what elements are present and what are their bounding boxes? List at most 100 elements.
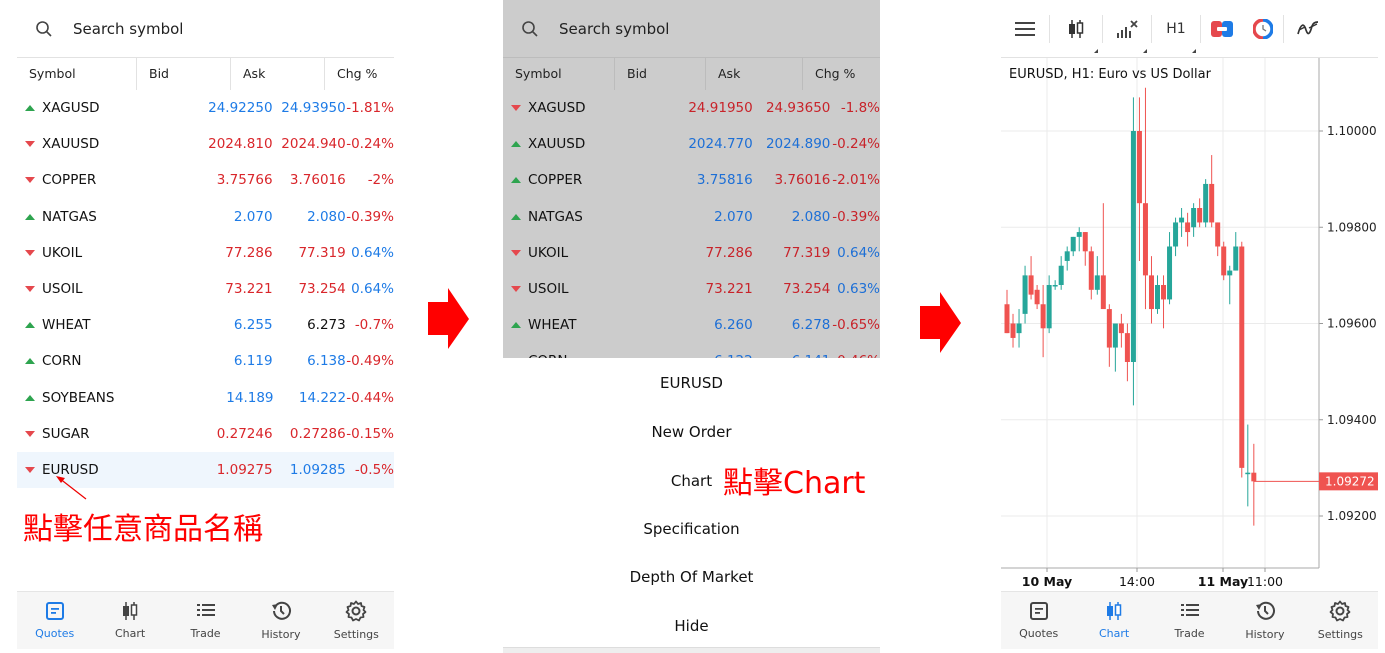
menu-new-order[interactable]: New Order — [503, 408, 880, 456]
arrow-down-icon — [511, 105, 521, 112]
nav-history[interactable]: History — [1227, 592, 1302, 649]
symbol-name: UKOIL — [528, 244, 569, 261]
symbol-cell[interactable]: UKOIL — [17, 245, 112, 261]
indicators-button[interactable] — [1103, 0, 1151, 58]
candle-down — [1148, 275, 1154, 310]
search-bar[interactable]: Search symbol — [17, 0, 394, 58]
trading-sessions-button[interactable] — [1243, 0, 1283, 58]
step-arrow-icon — [920, 292, 961, 353]
nav-quotes[interactable]: Quotes — [1001, 592, 1076, 649]
quote-row-corn[interactable]: CORN6.1226.141-0.46% — [503, 343, 880, 358]
quote-row-xauusd[interactable]: XAUUSD 2024.770 2024.890 -0.24% — [503, 126, 880, 162]
symbol-name: SUGAR — [42, 425, 90, 442]
nav-trade[interactable]: Trade — [1152, 592, 1227, 649]
ask-price: 6.138 — [307, 353, 346, 370]
candle-down — [1010, 323, 1016, 338]
timeframe-button[interactable]: H1 — [1152, 0, 1200, 58]
change-percent: -0.39% — [832, 208, 880, 225]
quote-row-usoil[interactable]: USOIL 73.221 73.254 0.63% — [503, 271, 880, 307]
symbol-cell[interactable]: SOYBEANS — [17, 390, 114, 406]
col-chg[interactable]: Chg % — [325, 58, 394, 90]
nav-history[interactable]: History — [243, 592, 318, 649]
quote-row-ukoil[interactable]: UKOIL 77.286 77.319 0.64% — [17, 235, 394, 271]
quote-row-sugar[interactable]: SUGAR 0.27246 0.27286 -0.15% — [17, 416, 394, 452]
trade-icon — [196, 601, 216, 624]
symbol-cell[interactable]: NATGAS — [503, 209, 594, 225]
symbol-name: COPPER — [528, 172, 583, 189]
symbol-name: NATGAS — [528, 208, 583, 225]
menu-depth-of-market[interactable]: Depth Of Market — [503, 553, 880, 601]
nav-chart[interactable]: Chart — [92, 592, 167, 649]
symbol-cell[interactable]: USOIL — [17, 281, 112, 297]
price-label: 1.09600 — [1327, 317, 1377, 331]
nav-settings[interactable]: Settings — [1303, 592, 1378, 649]
symbol-name: NATGAS — [42, 208, 97, 225]
candle-up — [1076, 232, 1082, 237]
quote-row-xagusd[interactable]: XAGUSD 24.92250 24.93950 -1.81% — [17, 90, 394, 126]
candlestick-chart[interactable]: 1.09200 1.09400 1.09600 1.09800 1.10000 10 Ma… — [1001, 58, 1378, 594]
symbol-cell[interactable]: COPPER — [17, 172, 112, 188]
ask-price: 3.76016 — [774, 172, 831, 189]
symbol-cell[interactable]: WHEAT — [503, 317, 594, 333]
one-click-trading-button[interactable] — [1201, 0, 1243, 58]
symbol-cell[interactable]: UKOIL — [503, 245, 594, 261]
col-ask: Ask — [706, 58, 803, 90]
ask-price: 0.27286 — [289, 425, 346, 442]
quotes-screen: Search symbol Symbol Bid Ask Chg % XAGUS… — [17, 0, 394, 653]
nav-settings[interactable]: Settings — [319, 592, 394, 649]
symbol-name: WHEAT — [528, 317, 577, 334]
symbol-cell[interactable]: COPPER — [503, 172, 594, 188]
col-bid[interactable]: Bid — [137, 58, 231, 90]
symbol-cell[interactable]: USOIL — [503, 281, 594, 297]
nav-label: Settings — [333, 628, 379, 641]
quote-row-copper[interactable]: COPPER 3.75816 3.76016 -2.01% — [503, 162, 880, 198]
nav-quotes[interactable]: Quotes — [17, 592, 92, 649]
arrow-up-icon — [511, 213, 521, 220]
nav-trade[interactable]: Trade — [168, 592, 243, 649]
arrow-up-icon — [25, 105, 35, 112]
search-icon — [36, 20, 52, 37]
search-input[interactable]: Search symbol — [73, 20, 183, 38]
quote-row-copper[interactable]: COPPER 3.75766 3.76016 -2% — [17, 162, 394, 198]
menu-button[interactable] — [1001, 0, 1049, 58]
quote-row-wheat[interactable]: WHEAT 6.260 6.278 -0.65% — [503, 307, 880, 343]
candle-up — [1046, 285, 1052, 329]
col-ask[interactable]: Ask — [231, 58, 325, 90]
quote-row-ukoil[interactable]: UKOIL 77.286 77.319 0.64% — [503, 235, 880, 271]
symbol-cell[interactable]: XAGUSD — [503, 100, 594, 116]
symbol-cell[interactable]: XAUUSD — [17, 136, 112, 152]
time-label: 14:00 — [1119, 574, 1155, 589]
change-percent: 0.64% — [837, 244, 880, 261]
nav-chart[interactable]: Chart — [1076, 592, 1151, 649]
symbol-name: WHEAT — [42, 317, 91, 334]
quote-row-soybeans[interactable]: SOYBEANS 14.189 14.222 -0.44% — [17, 380, 394, 416]
quote-row-natgas[interactable]: NATGAS 2.070 2.080 -0.39% — [503, 199, 880, 235]
quote-row-usoil[interactable]: USOIL 73.221 73.254 0.64% — [17, 271, 394, 307]
quote-row-xagusd[interactable]: XAGUSD 24.91950 24.93650 -1.8% — [503, 90, 880, 126]
objects-button[interactable] — [1284, 0, 1332, 58]
symbol-cell[interactable]: CORN — [17, 353, 112, 369]
quote-row-xauusd[interactable]: XAUUSD 2024.810 2024.940 -0.24% — [17, 126, 394, 162]
bottom-nav: Quotes Chart Trade History Settings — [17, 591, 394, 649]
bid-price: 2.070 — [233, 208, 273, 225]
symbol-name: CORN — [42, 353, 82, 370]
symbol-cell[interactable]: NATGAS — [17, 209, 112, 225]
symbol-cell[interactable]: WHEAT — [17, 317, 112, 333]
menu-specification[interactable]: Specification — [503, 505, 880, 553]
arrow-up-icon — [25, 394, 35, 401]
arrow-up-icon — [511, 177, 521, 184]
quote-row-wheat[interactable]: WHEAT 6.255 6.273 -0.7% — [17, 307, 394, 343]
symbol-cell[interactable]: SUGAR — [17, 426, 112, 442]
chart-type-button[interactable] — [1050, 0, 1102, 58]
symbol-name: UKOIL — [42, 244, 83, 261]
quote-row-corn[interactable]: CORN 6.119 6.138 -0.49% — [17, 343, 394, 379]
chart-screen: H1 EURUSD, H1: Euro vs US Dollar 1.09200… — [1001, 0, 1378, 653]
symbol-cell[interactable]: XAUUSD — [503, 136, 594, 152]
annotation-arrow — [56, 476, 87, 500]
candle-down — [1100, 275, 1106, 310]
col-symbol[interactable]: Symbol — [17, 58, 137, 90]
menu-hide[interactable]: Hide — [503, 602, 880, 650]
quote-row-natgas[interactable]: NATGAS 2.070 2.080 -0.39% — [17, 199, 394, 235]
candle-up — [1167, 246, 1173, 300]
symbol-cell[interactable]: XAGUSD — [17, 100, 112, 116]
